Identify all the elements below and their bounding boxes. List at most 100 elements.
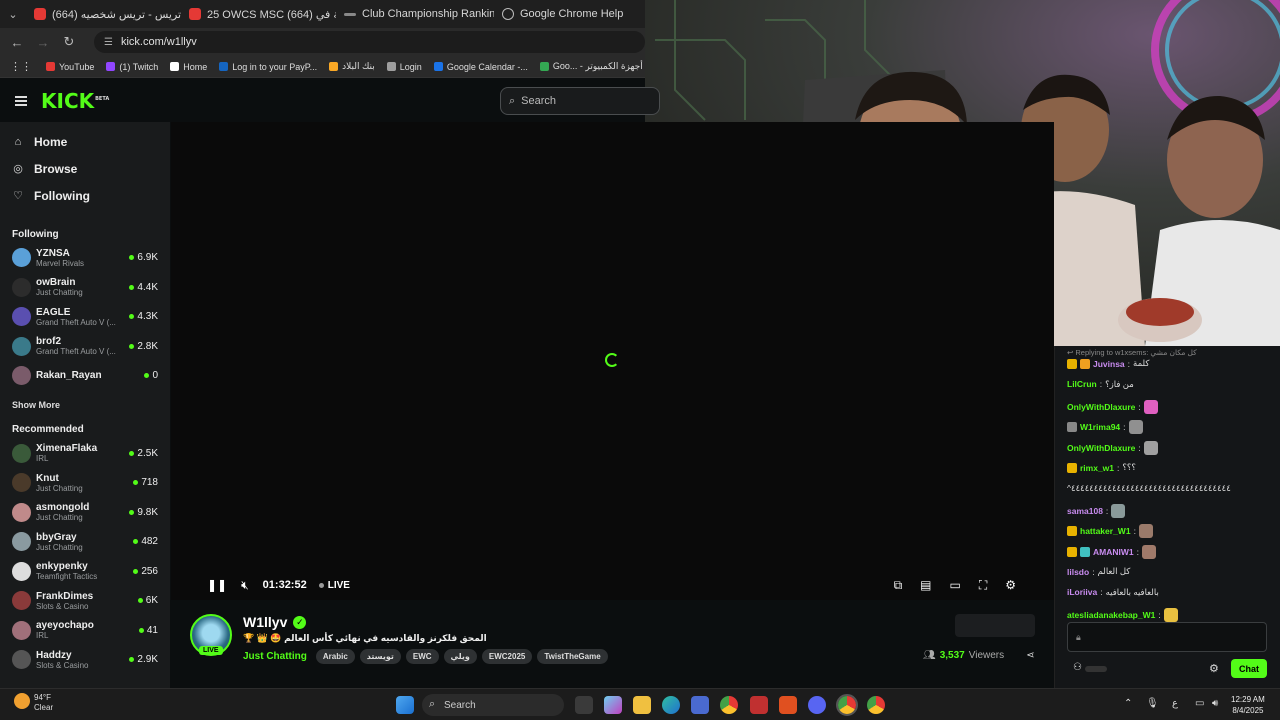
microphone-icon[interactable]: 🎙︎ (1146, 698, 1159, 709)
back-arrow-icon[interactable]: ← (8, 35, 26, 50)
theater-mode-icon[interactable]: ▭ (949, 578, 960, 592)
chevron-up-icon[interactable]: ⌃ (1124, 698, 1132, 709)
edge-icon[interactable] (662, 696, 680, 714)
emote-picker-icon[interactable]: ⚇ (1073, 662, 1082, 673)
sidebar-channel-item[interactable]: asmongold Just Chatting 9.8K (0, 498, 170, 528)
browser-tab[interactable]: Club Championship Ranking ✕ (336, 0, 494, 28)
chat-username[interactable]: rimx_w1 (1080, 463, 1114, 473)
sidebar-channel-item[interactable]: ayeyochapo IRL 41 (0, 616, 170, 646)
app-icon[interactable] (779, 696, 797, 714)
bookmark-item[interactable]: Log in to your PayP... (219, 61, 317, 72)
show-more-button[interactable]: Show More (0, 395, 170, 415)
app-icon[interactable] (750, 696, 768, 714)
bookmark-item[interactable]: YouTube (46, 61, 94, 72)
url-field[interactable]: ☰ kick.com/w1llyv (94, 31, 645, 53)
send-chat-button[interactable]: Chat (1231, 659, 1267, 678)
taskbar-search[interactable]: ⌕ Search (422, 694, 564, 716)
chat-username[interactable]: AMANIW1 (1093, 547, 1134, 557)
browser-tab[interactable]: راب تريس - تريس شخصيه (664) ✕ (26, 0, 181, 28)
sidebar-channel-item[interactable]: bbyGray Just Chatting 482 (0, 527, 170, 557)
chat-username[interactable]: OnlyWithDlaxure (1067, 443, 1135, 453)
chat-username[interactable]: LilCrun (1067, 379, 1097, 389)
chat-username[interactable]: atesliadanakebap_W1 (1067, 610, 1155, 620)
sidebar-nav-following[interactable]: ♡ Following (0, 182, 170, 209)
channel-name[interactable]: W1llyv ✓ (243, 614, 307, 630)
system-clock[interactable]: 12:29 AM 8/4/2025 (1231, 694, 1265, 716)
chrome-icon[interactable] (867, 696, 885, 714)
following-section-title: Following (12, 228, 59, 240)
bookmark-item[interactable]: Goo... - أجهزة الكمبيوتر (539, 61, 643, 72)
sidebar-channel-item[interactable]: FrankDimes Slots & Casino 6K (0, 586, 170, 616)
windows-start-icon[interactable] (396, 696, 414, 714)
chrome-icon[interactable] (720, 696, 738, 714)
reload-icon[interactable]: ↻ (60, 34, 78, 50)
chat-username[interactable]: hattaker_W1 (1080, 526, 1131, 536)
mute-icon[interactable]: 🔇︎ (241, 578, 249, 593)
bookmark-favicon-icon (539, 62, 549, 71)
kick-logo[interactable]: KICKBETA (41, 89, 109, 113)
sidebar-nav-browse[interactable]: ◎ Browse (0, 155, 170, 182)
chat-username[interactable]: Juvinsa (1093, 359, 1125, 369)
sidebar-channel-item[interactable]: enkypenky Teamfight Tactics 256 (0, 557, 170, 587)
sidebar-channel-item[interactable]: XimenaFlaka IRL 2.5K (0, 439, 170, 469)
menu-icon[interactable] (15, 96, 27, 106)
browser-tab[interactable]: 25 OWCS MSC بطولة في (664) ✕ (181, 0, 336, 28)
stream-tag[interactable]: ويلي (443, 649, 477, 664)
channel-name: brof2 (36, 336, 61, 348)
fullscreen-icon[interactable]: ⛶ (979, 578, 987, 593)
chat-username[interactable]: lilsdo (1067, 567, 1089, 577)
file-explorer-icon[interactable] (633, 696, 651, 714)
avatar (12, 307, 31, 327)
bookmark-item[interactable]: Login (386, 61, 422, 72)
search-input[interactable]: ⌕ Search (500, 87, 660, 115)
chat-username[interactable]: iLoriiva (1067, 587, 1097, 597)
sidebar-channel-item[interactable]: owBrain Just Chatting 4.4K (0, 273, 170, 303)
chat-input[interactable]: 🔒︎ (1067, 622, 1267, 652)
viewers: 41 (146, 624, 158, 636)
weather-widget[interactable]: 94°F Clear (14, 693, 53, 713)
sidebar-channel-item[interactable]: Rakan_Rayan 0 (0, 361, 170, 391)
follow-button-placeholder[interactable] (955, 614, 1035, 637)
sidebar-channel-item[interactable]: Knut Just Chatting 718 (0, 468, 170, 498)
stream-tag[interactable]: EWC (405, 649, 439, 664)
clip-icon[interactable]: ▤ (920, 578, 931, 592)
chat-username[interactable]: OnlyWithDlaxure (1067, 402, 1135, 412)
bookmark-item[interactable]: Home (170, 61, 207, 72)
forward-arrow-icon[interactable]: → (34, 35, 52, 50)
site-info-icon[interactable]: ☰ (104, 37, 113, 48)
chat-settings-gear-icon[interactable]: ⚙ (1209, 662, 1219, 675)
bookmark-item[interactable]: (1) Twitch (106, 61, 158, 72)
stream-tag[interactable]: تويستد (359, 649, 401, 664)
settings-gear-icon[interactable]: ⚙ (1005, 578, 1016, 592)
task-view-icon[interactable] (575, 696, 593, 714)
pause-icon[interactable]: ❚❚ (207, 578, 227, 592)
sidebar-channel-item[interactable]: brof2 Grand Theft Auto V (... 2.8K (0, 332, 170, 362)
category-link[interactable]: Just Chatting (243, 651, 307, 662)
stream-tag[interactable]: Arabic (315, 649, 355, 664)
network-icon[interactable]: ▭ (1195, 698, 1204, 709)
bookmark-item[interactable]: Google Calendar -... (433, 61, 528, 72)
language-indicator[interactable]: ع (1172, 698, 1178, 709)
volume-icon[interactable]: 🔊︎ (1212, 698, 1218, 709)
chrome-active-icon[interactable] (836, 694, 858, 716)
discord-icon[interactable] (808, 696, 826, 714)
chat-username[interactable]: sama108 (1067, 506, 1103, 516)
sidebar-channel-item[interactable]: Haddzy Slots & Casino 2.9K (0, 645, 170, 675)
sidebar-nav: ⌂ Home ◎ Browse ♡ Following (0, 128, 170, 209)
chat-colon: : (1100, 587, 1103, 598)
share-icon[interactable]: ⋖ (1026, 650, 1034, 661)
sidebar-nav-home[interactable]: ⌂ Home (0, 128, 170, 155)
browser-tab[interactable]: Google Chrome Help (494, 0, 644, 28)
stream-tag[interactable]: TwistTheGame (537, 649, 608, 664)
bookmark-item[interactable]: بنك البلاد (329, 61, 375, 72)
sidebar-channel-item[interactable]: YZNSA Marvel Rivals 6.9K (0, 243, 170, 273)
tab-title: راب تريس - تريس شخصيه (664) (52, 8, 181, 21)
miniplayer-icon[interactable]: ⧉ (894, 578, 903, 593)
stream-tag[interactable]: EWC2025 (481, 649, 533, 664)
store-icon[interactable] (691, 696, 709, 714)
copilot-icon[interactable] (604, 696, 622, 714)
tab-search-chevron-icon[interactable]: ⌄ (0, 0, 26, 28)
apps-grid-icon[interactable]: ⋮⋮ (10, 60, 32, 73)
sidebar-channel-item[interactable]: EAGLE Grand Theft Auto V (... 4.3K (0, 302, 170, 332)
chat-username[interactable]: W1rima94 (1080, 422, 1120, 432)
